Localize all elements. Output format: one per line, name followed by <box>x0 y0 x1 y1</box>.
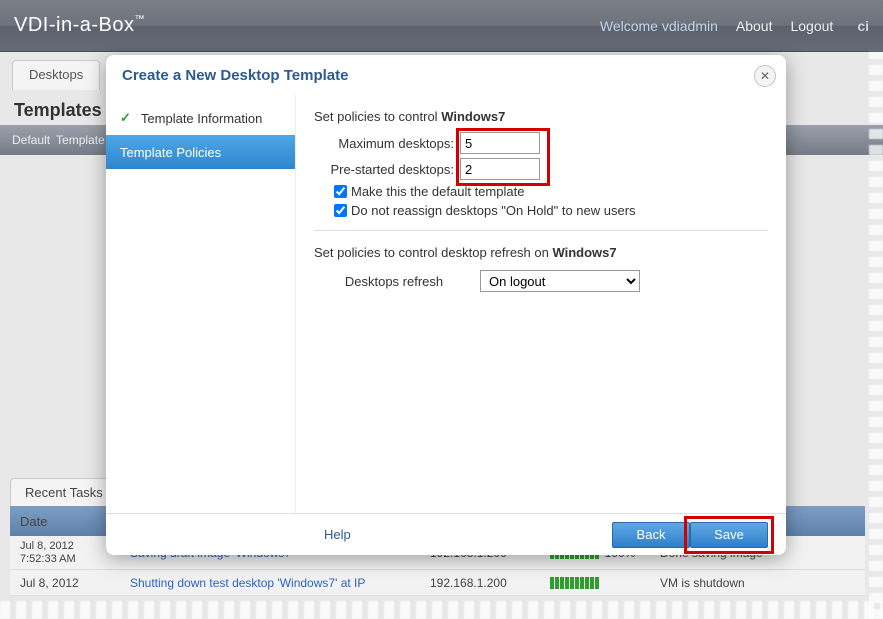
task-date: Jul 8, 2012 <box>10 576 120 590</box>
desktops-refresh-label: Desktops refresh <box>314 274 474 289</box>
desktops-refresh-select[interactable]: On logout <box>480 270 640 292</box>
task-ip: 192.168.1.200 <box>420 576 540 590</box>
back-button[interactable]: Back <box>612 522 690 548</box>
brand-text: VDI-in-a-Box <box>14 14 134 36</box>
create-template-dialog: Create a New Desktop Template ✕ ✓ Templa… <box>106 55 786 555</box>
brand: VDI-in-a-Box™ <box>14 14 600 37</box>
save-button[interactable]: Save <box>690 522 768 548</box>
subtab-default[interactable]: Default <box>12 133 50 147</box>
no-reassign-label: Do not reassign desktops "On Hold" to ne… <box>351 203 636 218</box>
dialog-content: Set policies to control Windows7 Maximum… <box>296 95 786 513</box>
step-label: Template Policies <box>120 145 221 160</box>
tab-desktops[interactable]: Desktops <box>12 60 100 90</box>
about-link[interactable]: About <box>736 18 773 34</box>
prestarted-desktops-input[interactable] <box>460 158 540 180</box>
max-desktops-label: Maximum desktops: <box>314 136 454 151</box>
brand-tm: ™ <box>134 14 145 25</box>
help-link[interactable]: Help <box>324 527 351 542</box>
policies-intro: Set policies to control Windows7 <box>314 109 768 124</box>
task-progress <box>540 577 650 589</box>
prestarted-desktops-label: Pre-started desktops: <box>314 162 454 177</box>
wizard-steps: ✓ Template Information Template Policies <box>106 95 296 513</box>
task-link[interactable]: Shutting down test desktop 'Windows7' at… <box>120 576 420 590</box>
progress-bar-icon <box>550 577 599 589</box>
checkmark-icon: ✓ <box>120 110 131 126</box>
no-reassign-checkbox[interactable] <box>334 204 347 217</box>
dialog-footer: Help Back Save <box>106 513 786 555</box>
tab-recent-tasks[interactable]: Recent Tasks <box>10 478 118 506</box>
make-default-label: Make this the default template <box>351 184 524 199</box>
vendor-mark: ci <box>857 18 869 34</box>
col-date: Date <box>10 514 120 529</box>
dialog-title: Create a New Desktop Template <box>106 55 786 95</box>
make-default-checkbox[interactable] <box>334 185 347 198</box>
task-status: VM is shutdown <box>650 576 830 590</box>
welcome-text: Welcome vdiadmin <box>600 18 718 34</box>
app-header: VDI-in-a-Box™ Welcome vdiadmin About Log… <box>0 0 883 52</box>
close-icon[interactable]: ✕ <box>754 65 776 87</box>
torn-edge-bottom <box>0 601 883 619</box>
subtab-template[interactable]: Template <box>56 133 105 147</box>
step-template-policies[interactable]: Template Policies <box>106 135 295 169</box>
logout-link[interactable]: Logout <box>790 18 833 34</box>
refresh-intro: Set policies to control desktop refresh … <box>314 245 768 260</box>
torn-edge-right <box>869 52 883 619</box>
max-desktops-input[interactable] <box>460 132 540 154</box>
step-label: Template Information <box>141 111 262 126</box>
table-row: Jul 8, 2012 Shutting down test desktop '… <box>10 570 865 596</box>
step-template-information[interactable]: ✓ Template Information <box>106 101 295 135</box>
task-date: Jul 8, 2012 7:52:33 AM <box>10 540 120 564</box>
